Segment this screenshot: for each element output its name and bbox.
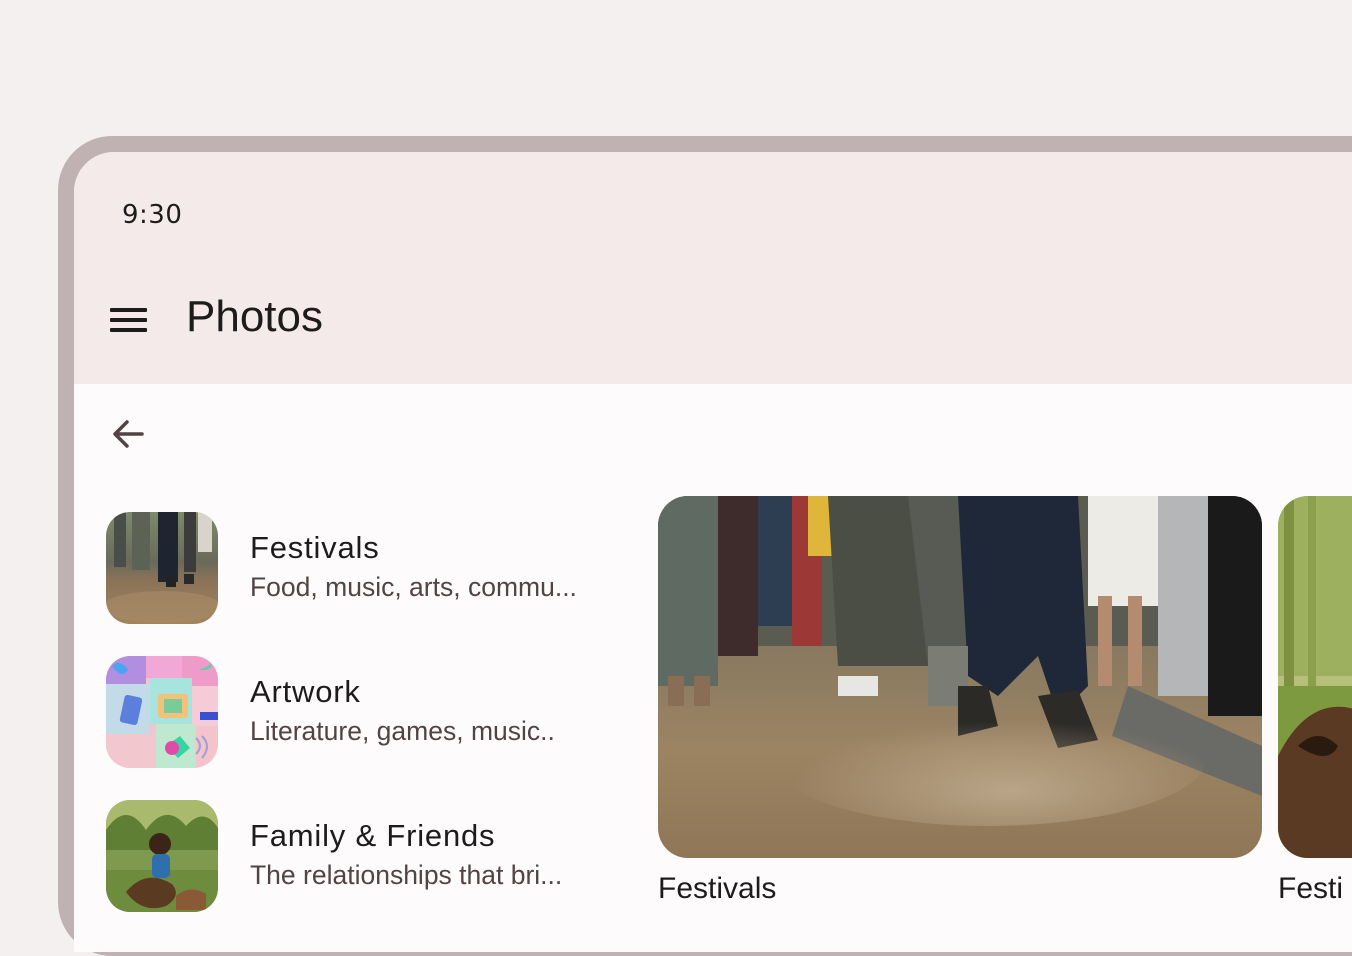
photo-caption-secondary: Festi (1278, 872, 1344, 905)
list-item-artwork[interactable]: Artwork Literature, games, music.. (106, 656, 626, 768)
festivals-thumbnail (106, 512, 218, 624)
album-subtitle: Food, music, arts, commu... (250, 572, 577, 602)
app-title: Photos (186, 292, 323, 341)
app-screen: 9:30 Photos Festivals Food, music, arts,… (74, 152, 1352, 952)
album-subtitle: Literature, games, music.. (250, 716, 555, 746)
list-item-festivals[interactable]: Festivals Food, music, arts, commu... (106, 512, 626, 624)
album-title: Family & Friends (250, 818, 496, 853)
photo-caption: Festivals (658, 872, 777, 905)
menu-icon[interactable] (110, 306, 148, 334)
family-friends-thumbnail (106, 800, 218, 912)
festival-photo[interactable] (658, 496, 1262, 858)
top-app-bar: 9:30 Photos (74, 152, 1352, 384)
status-bar-time: 9:30 (122, 200, 183, 230)
arrow-back-icon[interactable] (108, 414, 148, 454)
album-title: Festivals (250, 530, 380, 565)
album-title: Artwork (250, 674, 361, 709)
artwork-thumbnail (106, 656, 218, 768)
festival-photo-secondary[interactable] (1278, 496, 1352, 858)
album-subtitle: The relationships that bri... (250, 860, 563, 890)
list-item-family-friends[interactable]: Family & Friends The relationships that … (106, 800, 626, 912)
